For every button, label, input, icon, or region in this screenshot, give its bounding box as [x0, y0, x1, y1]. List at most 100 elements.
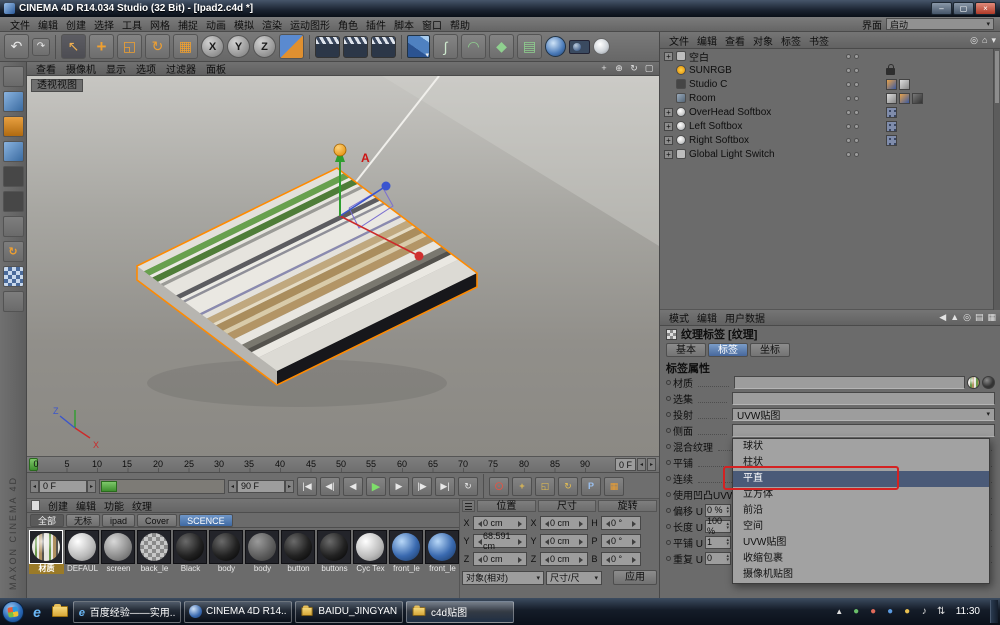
current-frame-field[interactable]: 0 F	[39, 479, 87, 493]
x-axis-lock-button[interactable]: X	[201, 35, 224, 58]
om-dropdown-icon[interactable]	[991, 35, 996, 46]
expand-icon[interactable]	[664, 149, 673, 159]
polygons-mode-icon[interactable]	[2, 216, 24, 237]
redo-button[interactable]	[32, 37, 50, 56]
animation-dot-icon[interactable]	[666, 539, 671, 545]
expand-icon[interactable]	[664, 107, 673, 117]
coordinate-mode-dropdown[interactable]: 对象(相对)	[462, 570, 544, 585]
maximize-button[interactable]	[953, 2, 974, 15]
render-view-button[interactable]	[315, 35, 340, 58]
am-history-back-icon[interactable]	[939, 312, 946, 323]
timeline-ruler[interactable]: 0 5 10 15 20 25 30 35 40 45 50 55 60 65 …	[27, 457, 659, 473]
volume-icon[interactable]	[918, 606, 931, 617]
material-item[interactable]: body	[245, 530, 280, 574]
vp-menu-filter[interactable]: 过滤器	[161, 61, 201, 76]
go-to-start-button[interactable]	[297, 476, 317, 496]
animation-dot-icon[interactable]	[666, 443, 671, 449]
visibility-dots[interactable]	[846, 95, 859, 101]
menu-create[interactable]: 创建	[62, 17, 90, 32]
browser-quicklaunch-icon[interactable]	[27, 602, 47, 622]
menu-tools[interactable]: 工具	[118, 17, 146, 32]
next-frame-button[interactable]	[389, 476, 409, 496]
texture-tag-icon[interactable]	[886, 78, 897, 90]
spinner-icon[interactable]	[726, 554, 729, 562]
texture-mode-icon[interactable]	[2, 116, 24, 137]
menu-edit[interactable]: 编辑	[34, 17, 62, 32]
explorer-quicklaunch-icon[interactable]	[50, 602, 70, 622]
option-frontal[interactable]: 前沿	[733, 503, 989, 519]
compositing-tag-icon[interactable]	[886, 106, 897, 118]
om-item-global-light-switch[interactable]: Global Light Switch	[660, 147, 1000, 161]
add-modeling-button[interactable]	[489, 34, 514, 59]
add-environment-button[interactable]	[545, 36, 566, 57]
option-camera-mapping[interactable]: 摄像机贴图	[733, 567, 989, 583]
rotation-p-field[interactable]: 0 °	[601, 534, 641, 548]
material-item[interactable]: front_le	[425, 530, 460, 574]
animation-mode-icon[interactable]	[2, 291, 24, 312]
om-search-icon[interactable]	[970, 35, 978, 46]
menu-render[interactable]: 渲染	[258, 17, 286, 32]
add-mograph-button[interactable]	[517, 34, 542, 59]
timeline-slider-handle[interactable]	[101, 480, 117, 492]
rotate-view-icon[interactable]	[628, 63, 640, 74]
am-parent-icon[interactable]	[950, 312, 959, 323]
spinner-icon[interactable]	[726, 522, 729, 530]
mm-menu-create[interactable]: 创建	[44, 498, 72, 513]
texture-axis-mode-icon[interactable]	[2, 241, 24, 262]
record-keyframe-button[interactable]	[489, 476, 509, 496]
spin-right-icon[interactable]	[87, 479, 96, 493]
visibility-dots[interactable]	[846, 109, 859, 115]
size-z-field[interactable]: 0 cm	[540, 552, 588, 566]
record-rotation-button[interactable]	[558, 476, 578, 496]
viewport-canvas[interactable]: A Z X 透视视图	[27, 75, 659, 456]
animation-dot-icon[interactable]	[666, 459, 671, 465]
close-button[interactable]	[975, 2, 996, 15]
om-menu-objects[interactable]: 对象	[749, 33, 777, 48]
tray-expand-icon[interactable]	[833, 606, 846, 617]
texture-tag-icon[interactable]	[899, 92, 910, 104]
render-settings-button[interactable]	[371, 35, 396, 58]
position-y-field[interactable]: 68.591 cm	[473, 531, 527, 551]
view-label[interactable]: 透视视图	[31, 79, 83, 92]
tray-app-icon[interactable]	[901, 606, 914, 617]
position-z-field[interactable]: 0 cm	[473, 552, 527, 566]
taskbar-button-jingyan-folder[interactable]: BAIDU_JINGYAN ...	[295, 600, 403, 623]
material-item[interactable]: back_le	[137, 530, 172, 574]
am-menu-userdata[interactable]: 用户数据	[721, 310, 769, 325]
selection-field[interactable]	[732, 391, 995, 405]
tab-tag[interactable]: 标签	[708, 343, 748, 357]
zoom-view-icon[interactable]	[613, 63, 625, 74]
am-search-icon[interactable]	[963, 312, 971, 323]
add-camera-button[interactable]	[569, 39, 590, 54]
menu-file[interactable]: 文件	[6, 17, 34, 32]
menu-script[interactable]: 脚本	[390, 17, 418, 32]
animation-dot-icon[interactable]	[666, 427, 671, 433]
workplane-mode-icon[interactable]	[2, 141, 24, 162]
z-axis-knob[interactable]	[381, 181, 391, 191]
expand-icon[interactable]	[664, 121, 673, 131]
option-cylindrical[interactable]: 柱状	[733, 455, 989, 471]
spinner-icon[interactable]	[726, 538, 729, 546]
mtab-ipad[interactable]: ipad	[102, 514, 136, 527]
tab-basic[interactable]: 基本	[666, 343, 706, 357]
spinner-icon[interactable]	[726, 506, 729, 514]
texture-tag-icon[interactable]	[899, 78, 910, 90]
am-menu-edit[interactable]: 编辑	[693, 310, 721, 325]
apply-button[interactable]: 应用	[613, 570, 657, 585]
expand-icon[interactable]	[664, 51, 673, 61]
show-desktop-button[interactable]	[990, 600, 998, 623]
material-item[interactable]: 材质	[29, 530, 64, 574]
option-uvw[interactable]: UVW贴图	[733, 535, 989, 551]
menu-mograph[interactable]: 运动图形	[286, 17, 334, 32]
size-x-field[interactable]: 0 cm	[540, 516, 588, 530]
option-shrink-wrap[interactable]: 收缩包裹	[733, 551, 989, 567]
make-editable-icon[interactable]	[2, 66, 24, 87]
spin-right-icon[interactable]	[647, 458, 656, 471]
am-list-icon[interactable]	[975, 312, 984, 323]
go-to-end-button[interactable]	[435, 476, 455, 496]
mm-menu-function[interactable]: 功能	[100, 498, 128, 513]
menu-snap[interactable]: 捕捉	[174, 17, 202, 32]
menu-help[interactable]: 帮助	[446, 17, 474, 32]
z-axis-lock-button[interactable]: Z	[253, 35, 276, 58]
om-item-studio[interactable]: Studio C	[660, 77, 1000, 91]
